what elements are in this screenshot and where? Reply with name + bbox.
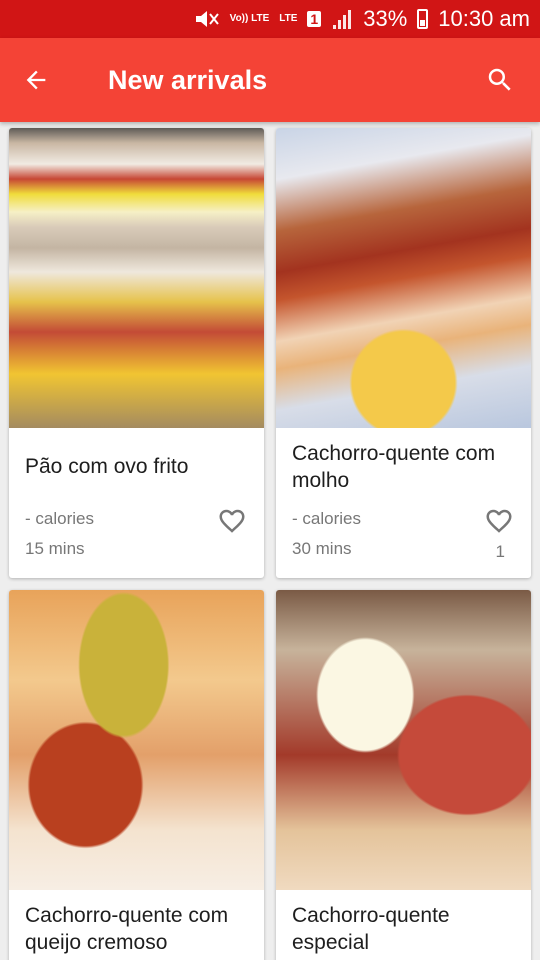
favorite-count: 1: [495, 542, 505, 561]
recipe-calories: - calories: [25, 509, 94, 528]
recipe-time: 15 mins: [25, 539, 85, 558]
recipe-photo: [9, 590, 264, 890]
sim-indicator: 1: [307, 11, 322, 27]
recipe-card[interactable]: Cachorro-quente com queijo cremoso: [9, 590, 264, 960]
back-button[interactable]: [0, 38, 72, 122]
lte-indicator: LTE: [279, 13, 298, 24]
battery-icon: [417, 9, 429, 29]
recipe-card[interactable]: Cachorro-quente especial: [276, 590, 531, 960]
recipe-grid: Pão com ovo frito - calories 15 mins Cac…: [0, 122, 540, 960]
arrow-back-icon: [26, 70, 46, 90]
recipe-photo: [276, 128, 531, 428]
heart-icon[interactable]: [483, 506, 515, 536]
app-bar: New arrivals: [0, 38, 540, 122]
clock: 10:30 am: [438, 6, 530, 31]
recipe-name: Cachorro-quente com molho: [292, 442, 496, 492]
battery-percent: 33%: [363, 6, 408, 31]
search-button[interactable]: [460, 38, 540, 122]
page-title: New arrivals: [108, 64, 268, 95]
status-bar: Vo)) LTE LTE 1 33% 10:30 am: [0, 0, 540, 38]
signal-icon: [331, 9, 353, 29]
heart-icon[interactable]: [216, 506, 248, 536]
recipe-calories: - calories: [292, 509, 361, 528]
mute-icon: [194, 10, 220, 28]
recipe-photo: [9, 128, 264, 428]
recipe-photo: [276, 590, 531, 890]
recipe-time: 30 mins: [292, 539, 352, 558]
recipe-card[interactable]: Pão com ovo frito - calories 15 mins: [9, 128, 264, 578]
recipe-name: Pão com ovo frito: [25, 455, 189, 478]
search-icon: [488, 68, 511, 91]
recipe-name: Cachorro-quente especial: [292, 904, 450, 954]
recipe-card[interactable]: Cachorro-quente com molho - calories 30 …: [276, 128, 531, 578]
volte-indicator: Vo)) LTE: [229, 13, 270, 24]
recipe-name: Cachorro-quente com queijo cremoso: [25, 904, 229, 954]
